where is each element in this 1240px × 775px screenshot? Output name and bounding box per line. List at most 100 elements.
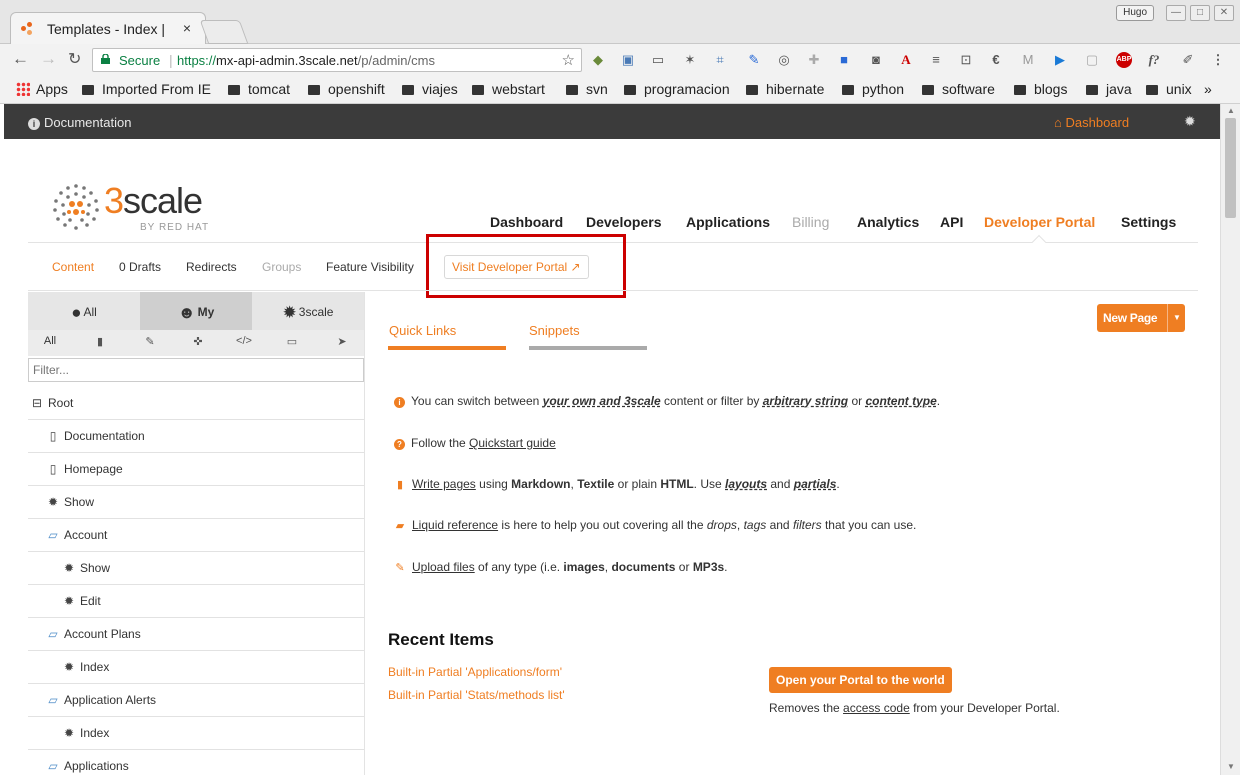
extension-icon-8[interactable]: ✚	[806, 52, 822, 68]
tree-item-application-alerts-index[interactable]: ✹ Index	[28, 717, 364, 750]
nav-applications[interactable]: Applications	[686, 214, 770, 230]
extension-icon-10[interactable]: ◙	[868, 52, 884, 68]
extension-icon-6[interactable]: ✎	[746, 52, 762, 68]
code-icon[interactable]: </>	[234, 335, 254, 347]
documentation-link[interactable]: i Documentation	[28, 115, 131, 130]
extension-icon-15[interactable]: ▶	[1052, 52, 1068, 68]
link-liquid-reference[interactable]: Liquid reference	[412, 518, 498, 532]
page-scrollbar[interactable]: ▲ ▼	[1220, 104, 1240, 775]
bookmark-folder[interactable]: blogs	[1014, 81, 1067, 97]
new-tab-button[interactable]	[199, 20, 249, 44]
rocket-icon[interactable]: ➤	[332, 335, 352, 348]
browser-tab[interactable]: Templates - Index | ×	[10, 12, 206, 45]
tree-item-account-plans[interactable]: ▱ Account Plans	[28, 618, 364, 651]
bookmark-folder[interactable]: viajes	[402, 81, 458, 97]
filter-all[interactable]: All	[40, 335, 60, 347]
nav-developer-portal[interactable]: Developer Portal	[984, 214, 1095, 230]
bookmark-apps[interactable]: Apps	[16, 81, 68, 97]
scroll-up-icon[interactable]: ▲	[1227, 106, 1235, 115]
adblock-icon[interactable]: ABP	[1116, 52, 1132, 68]
nav-dashboard[interactable]: Dashboard	[490, 214, 563, 230]
nav-api[interactable]: API	[940, 214, 963, 230]
link-upload-files[interactable]: Upload files	[412, 560, 475, 574]
tab-quick-links[interactable]: Quick Links	[389, 323, 456, 338]
puzzle-icon[interactable]: ✜	[188, 335, 208, 348]
nav-developers[interactable]: Developers	[586, 214, 661, 230]
tree-item-show[interactable]: ✹ Show	[28, 486, 364, 519]
gear-icon[interactable]: ✹	[1184, 113, 1196, 130]
tree-item-homepage[interactable]: ▯ Homepage	[28, 453, 364, 486]
folder-icon[interactable]: ▭	[282, 335, 302, 348]
3scale-logo[interactable]: 3scale BY RED HAT	[50, 180, 220, 236]
open-portal-button[interactable]: Open your Portal to the world	[769, 667, 952, 693]
subnav-feature-visibility[interactable]: Feature Visibility	[326, 260, 414, 274]
chevron-down-icon[interactable]: ▼	[1173, 304, 1181, 332]
access-code-link[interactable]: access code	[843, 701, 910, 715]
subnav-content[interactable]: Content	[52, 260, 94, 274]
eyedropper-icon[interactable]: ✐	[1180, 52, 1196, 68]
link-partials[interactable]: partials	[794, 477, 837, 491]
recent-item[interactable]: Built-in Partial 'Stats/methods list'	[388, 688, 565, 702]
extension-icon-3[interactable]: ▭	[650, 52, 666, 68]
scrollbar-thumb[interactable]	[1225, 118, 1236, 218]
recent-item[interactable]: Built-in Partial 'Applications/form'	[388, 665, 562, 679]
extension-icon-5[interactable]: ⌗	[712, 52, 728, 68]
tab-snippets[interactable]: Snippets	[529, 323, 580, 338]
paperclip-icon[interactable]: ✎	[140, 335, 160, 348]
sidebar-tab-3scale[interactable]: ✹ 3scale	[252, 292, 364, 330]
tree-item-root[interactable]: ⊟ Root	[28, 387, 364, 420]
tree-item-account[interactable]: ▱ Account	[28, 519, 364, 552]
menu-dots-icon[interactable]: ⋮	[1210, 52, 1226, 68]
tab-close-icon[interactable]: ×	[183, 20, 191, 36]
bookmarks-overflow[interactable]: »	[1204, 81, 1212, 97]
new-page-button[interactable]: New Page ▼	[1097, 304, 1185, 332]
bookmark-folder[interactable]: java	[1086, 81, 1132, 97]
extension-icon-7[interactable]: ◎	[776, 52, 792, 68]
link-own-content[interactable]: your own and 3scale	[543, 394, 661, 408]
bookmark-folder[interactable]: python	[842, 81, 904, 97]
tree-item-account-edit[interactable]: ✹ Edit	[28, 585, 364, 618]
bookmark-folder[interactable]: programacion	[624, 81, 730, 97]
extension-icon-13[interactable]: €	[988, 52, 1004, 68]
reload-icon[interactable]: ↻	[68, 49, 81, 69]
sidebar-filter-input[interactable]	[28, 358, 364, 382]
cast-icon[interactable]: ⊡	[958, 52, 974, 68]
link-write-pages[interactable]: Write pages	[412, 477, 476, 491]
bookmark-folder[interactable]: hibernate	[746, 81, 824, 97]
page-icon[interactable]: ▮	[90, 335, 110, 348]
extension-icon-1[interactable]: ◆	[590, 52, 606, 68]
close-window-icon[interactable]: ✕	[1214, 5, 1234, 21]
link-arbitrary-string[interactable]: arbitrary string	[763, 394, 848, 408]
subnav-redirects[interactable]: Redirects	[186, 260, 237, 274]
bookmark-folder[interactable]: Imported From IE	[82, 81, 211, 97]
extension-icon-2[interactable]: ▣	[620, 52, 636, 68]
maximize-icon[interactable]: □	[1190, 5, 1210, 21]
bookmark-folder[interactable]: svn	[566, 81, 608, 97]
nav-billing[interactable]: Billing	[792, 214, 829, 230]
tree-item-documentation[interactable]: ▯ Documentation	[28, 420, 364, 453]
scroll-down-icon[interactable]: ▼	[1227, 762, 1235, 771]
tree-item-applications[interactable]: ▱ Applications	[28, 750, 364, 775]
sidebar-tab-my[interactable]: ☻ My	[140, 292, 252, 330]
bookmark-folder[interactable]: webstart	[472, 81, 545, 97]
extension-icon-4[interactable]: ✶	[682, 52, 698, 68]
forward-icon[interactable]: →	[40, 49, 57, 69]
profile-badge[interactable]: Hugo	[1116, 5, 1154, 21]
nav-settings[interactable]: Settings	[1121, 214, 1176, 230]
sidebar-tab-all[interactable]: ● All	[28, 292, 140, 330]
extension-icon-14[interactable]: M	[1020, 52, 1036, 68]
bookmark-star-icon[interactable]: ☆	[562, 51, 575, 69]
bookmark-folder[interactable]: unix	[1146, 81, 1192, 97]
extension-icon-11[interactable]: A	[898, 52, 914, 68]
bookmark-folder[interactable]: openshift	[308, 81, 385, 97]
extension-icon-16[interactable]: ▢	[1084, 52, 1100, 68]
tree-item-application-alerts[interactable]: ▱ Application Alerts	[28, 684, 364, 717]
extension-icon-17[interactable]: f?	[1146, 52, 1162, 68]
address-bar[interactable]: Secure | https://mx-api-admin.3scale.net…	[92, 48, 582, 72]
back-icon[interactable]: ←	[12, 49, 29, 69]
link-quickstart-guide[interactable]: Quickstart guide	[469, 436, 556, 450]
nav-analytics[interactable]: Analytics	[857, 214, 919, 230]
bookmark-folder[interactable]: software	[922, 81, 995, 97]
extension-icon-12[interactable]: ≡	[928, 52, 944, 68]
subnav-groups[interactable]: Groups	[262, 260, 301, 274]
